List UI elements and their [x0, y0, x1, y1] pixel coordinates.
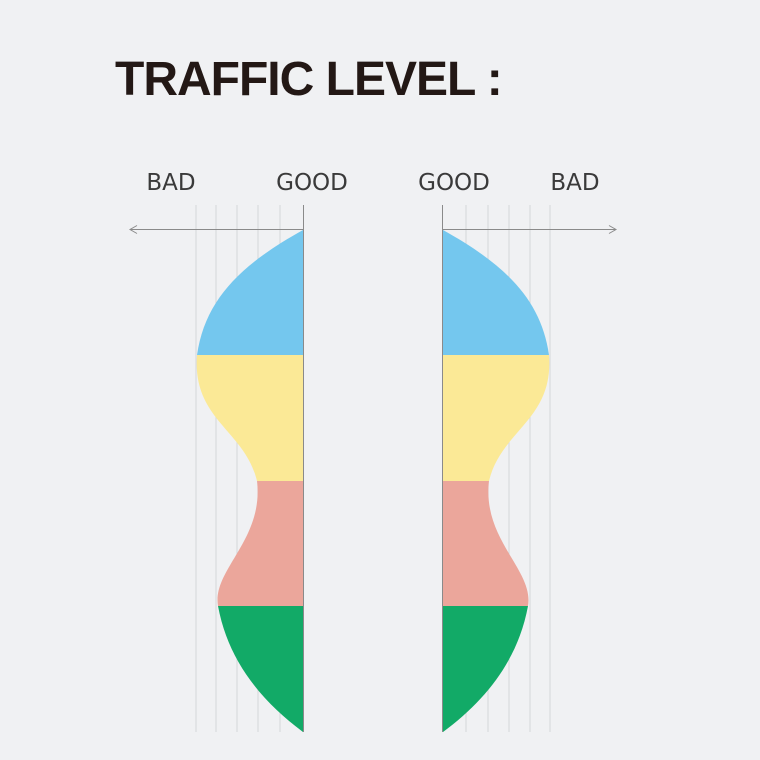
left-band-pink — [217, 481, 303, 606]
right-band-blue — [443, 230, 549, 355]
left-band-blue — [197, 230, 303, 355]
left-traffic-shape — [196, 230, 303, 732]
left-band-yellow — [196, 355, 303, 481]
right-traffic-shape — [443, 230, 550, 732]
left-band-green — [218, 606, 303, 732]
right-band-pink — [443, 481, 529, 606]
traffic-level-diagram — [128, 205, 618, 732]
right-band-yellow — [443, 355, 550, 481]
right-band-green — [443, 606, 528, 732]
